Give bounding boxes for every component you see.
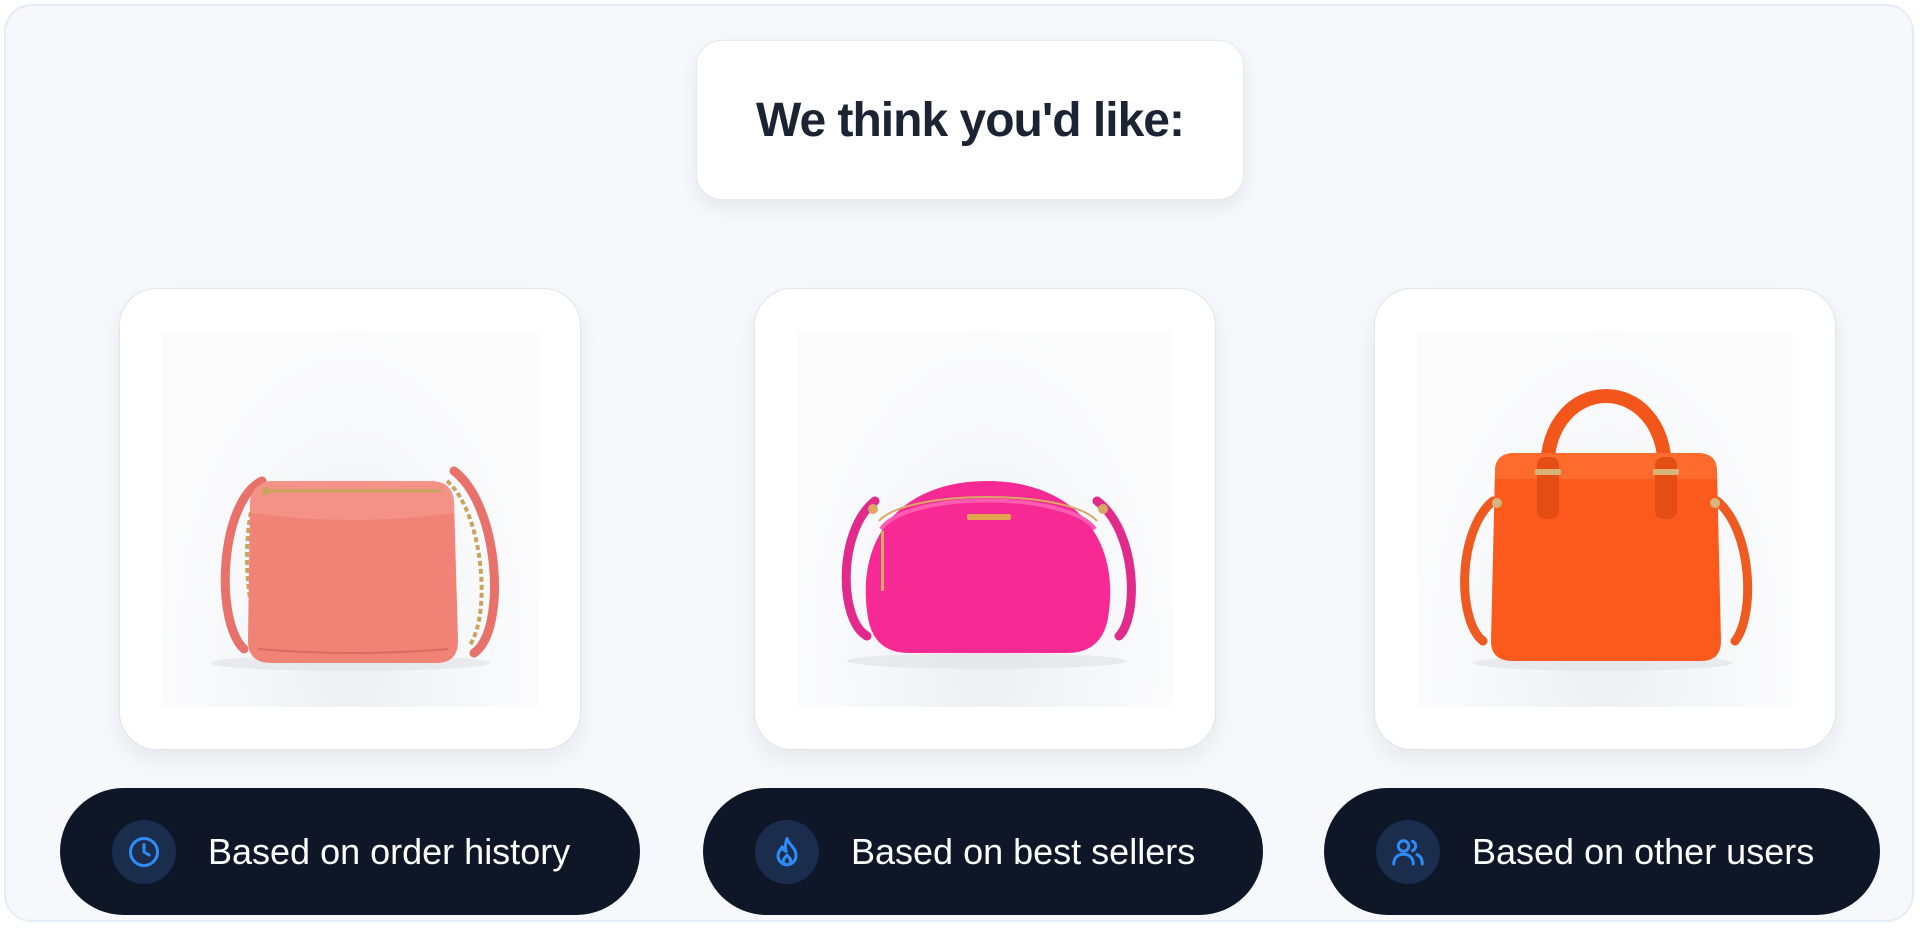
coral-bag-illustration xyxy=(210,466,499,671)
product-image-pink-bag xyxy=(797,331,1173,707)
page-title: We think you'd like: xyxy=(756,93,1185,147)
pink-bag-illustration xyxy=(841,481,1136,669)
reason-label-order-history: Based on order history xyxy=(208,830,571,872)
heading-card: We think you'd like: xyxy=(696,40,1244,200)
product-card-2[interactable] xyxy=(754,288,1216,750)
product-card-1[interactable] xyxy=(119,288,581,750)
orange-tote-illustration xyxy=(1460,389,1753,671)
users-icon xyxy=(1376,819,1440,884)
flame-icon xyxy=(755,819,819,884)
reason-pill-best-sellers[interactable]: Based on best sellers xyxy=(703,788,1263,915)
reason-pill-other-users[interactable]: Based on other users xyxy=(1324,788,1880,915)
reason-label-other-users: Based on other users xyxy=(1472,830,1815,872)
product-image-orange-tote xyxy=(1417,331,1793,707)
recommendations-panel: We think you'd like: Based on order hist… xyxy=(4,4,1914,922)
reason-label-best-sellers: Based on best sellers xyxy=(851,830,1196,872)
product-image-coral-bag xyxy=(162,331,538,707)
clock-icon xyxy=(112,819,176,884)
product-card-3[interactable] xyxy=(1374,288,1836,750)
reason-pill-order-history[interactable]: Based on order history xyxy=(60,788,640,915)
